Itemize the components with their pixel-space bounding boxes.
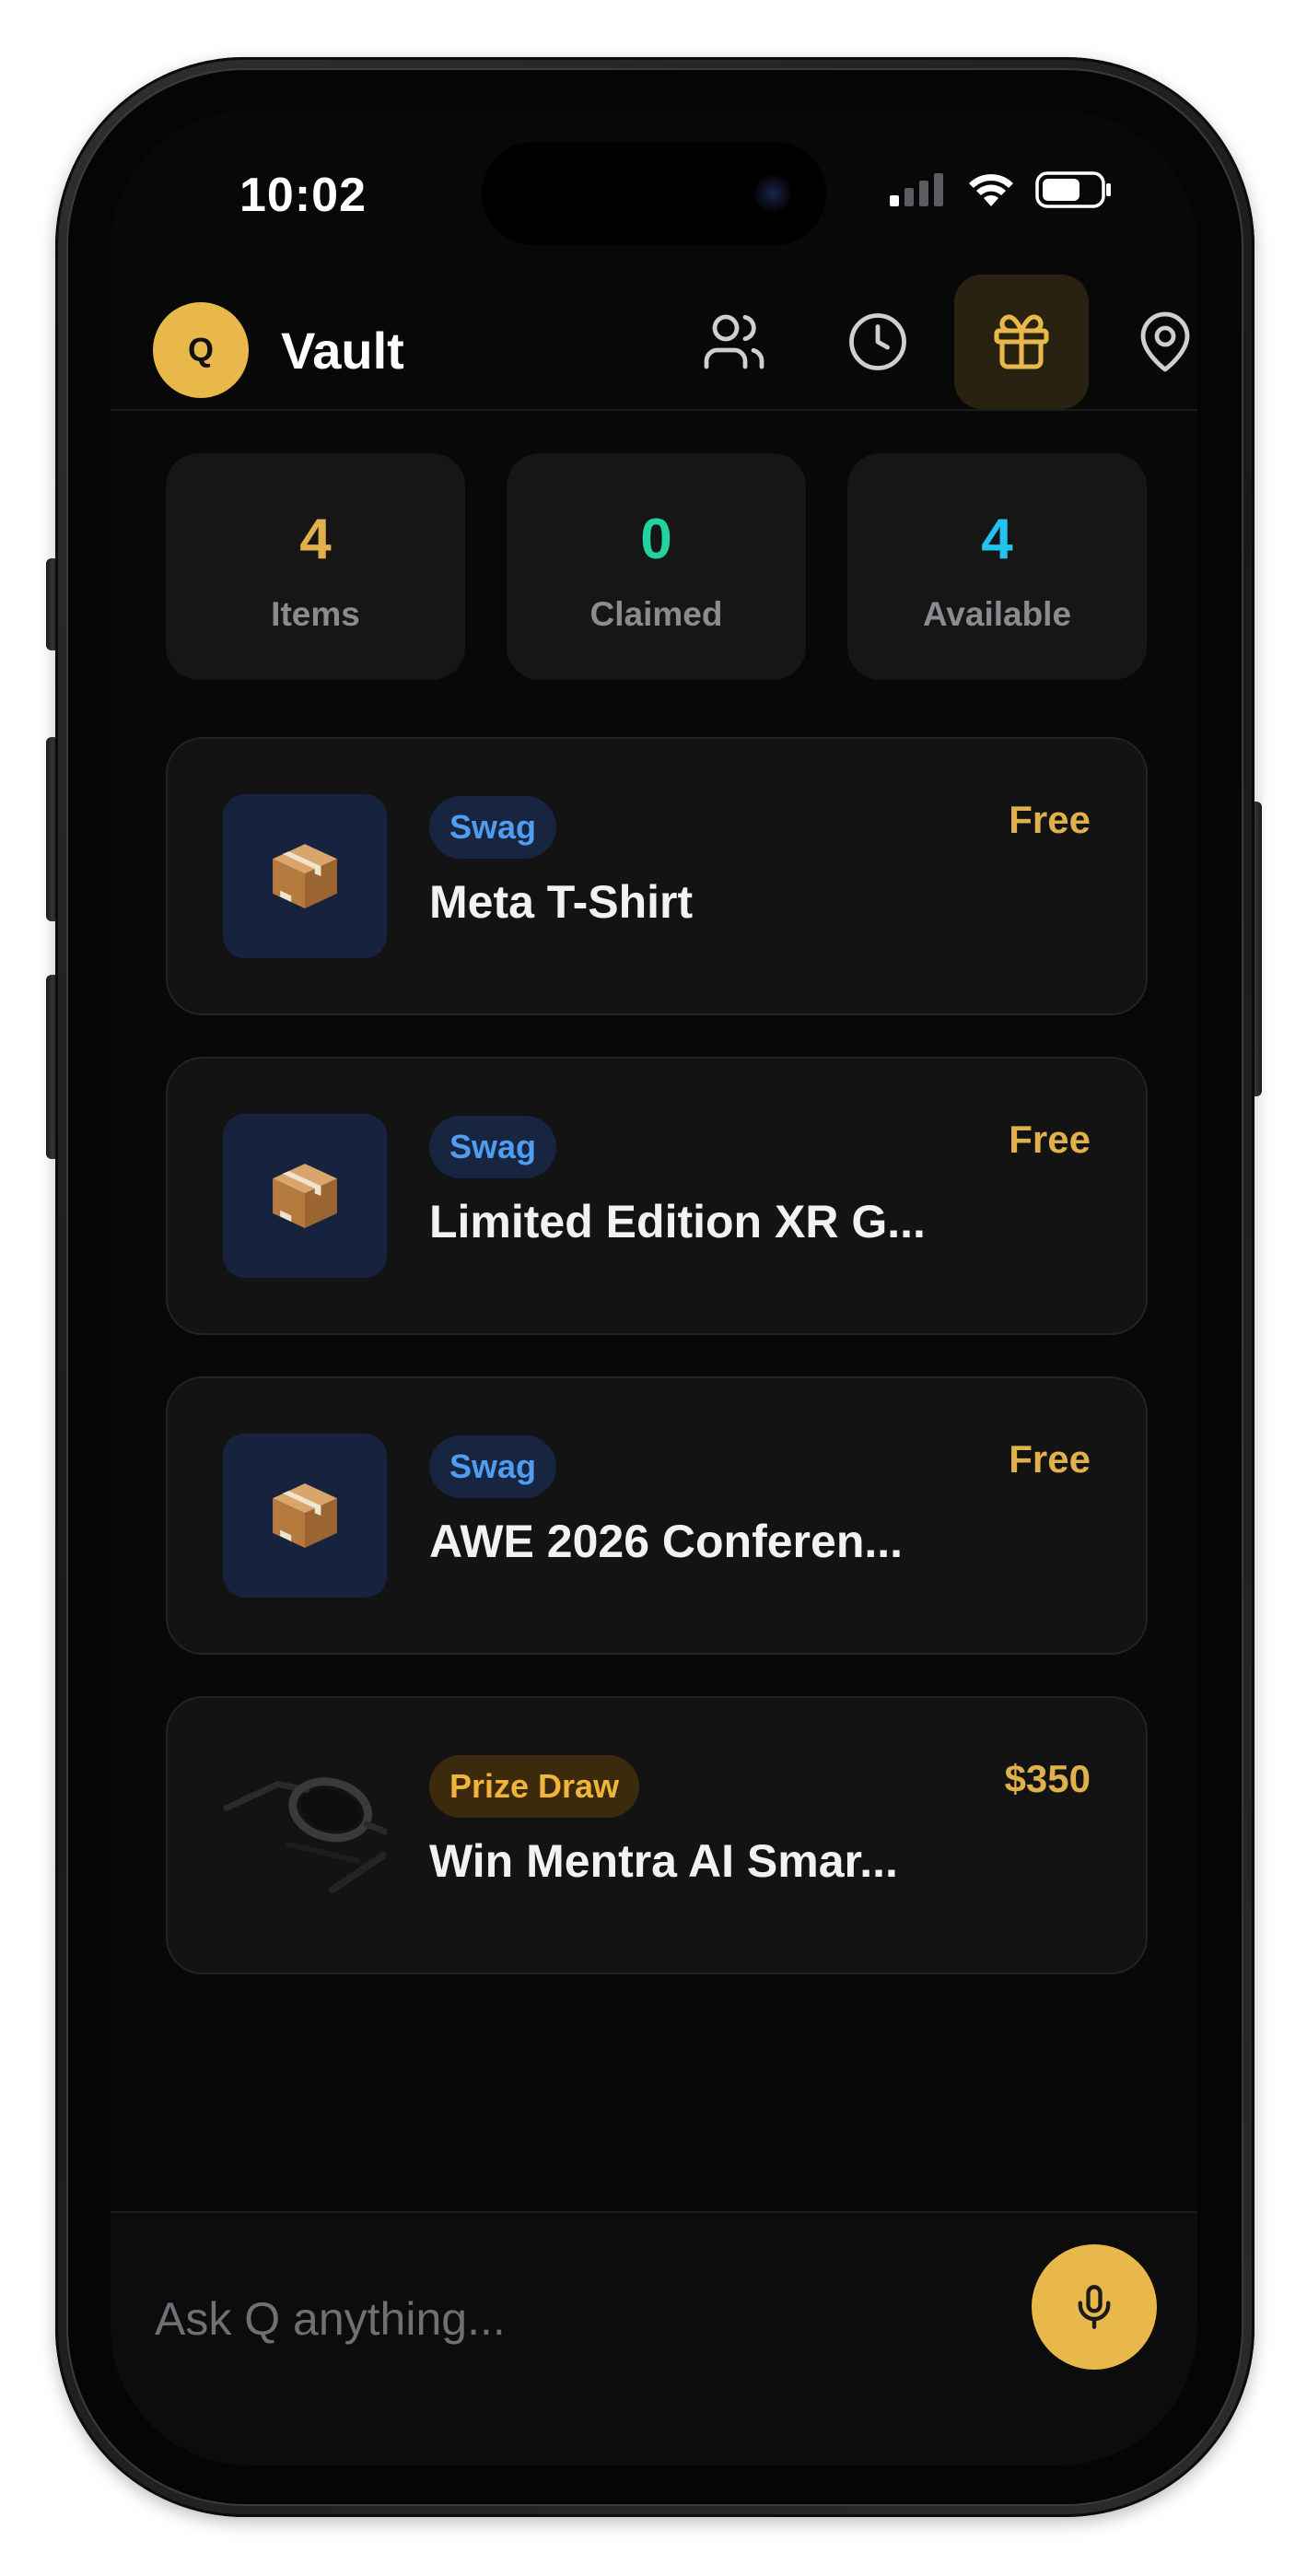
voice-input-button[interactable] <box>1032 2244 1157 2370</box>
vault-item-card[interactable]: Swag Limited Edition XR G... Free <box>166 1057 1148 1335</box>
stat-claimed-label: Claimed <box>589 595 723 633</box>
smart-glasses-image <box>223 1777 387 1894</box>
item-title: Win Mentra AI Smar... <box>429 1835 898 1887</box>
status-icons <box>890 171 1113 208</box>
vault-item-card[interactable]: Swag Meta T-Shirt Free <box>166 737 1148 1015</box>
item-title: AWE 2026 Conferen... <box>429 1516 904 1567</box>
ask-input[interactable] <box>153 2268 1037 2370</box>
item-tag: Swag <box>429 1116 557 1178</box>
item-thumbnail <box>223 794 387 958</box>
package-icon <box>273 844 337 908</box>
item-title: Limited Edition XR G... <box>429 1196 926 1247</box>
package-icon <box>273 1483 337 1548</box>
item-tag: Swag <box>429 1435 557 1498</box>
avatar[interactable]: Q <box>153 302 249 398</box>
nav-vault-button[interactable] <box>954 275 1089 409</box>
nav-people-button[interactable] <box>667 275 801 409</box>
people-icon <box>704 314 764 369</box>
location-pin-icon <box>1140 311 1190 372</box>
item-tag: Swag <box>429 796 557 859</box>
item-price: $350 <box>1004 1757 1091 1800</box>
ask-bar <box>111 2211 1197 2465</box>
microphone-icon <box>1078 2285 1111 2329</box>
stat-items-value: 4 <box>299 508 332 571</box>
nav-location-button[interactable] <box>1098 275 1197 409</box>
battery-icon <box>1035 171 1111 208</box>
item-price: Free <box>1009 1437 1091 1481</box>
dynamic-island <box>482 142 826 245</box>
item-thumbnail <box>223 1434 387 1598</box>
status-time: 10:02 <box>239 169 367 222</box>
vault-item-card[interactable]: Prize Draw Win Mentra AI Smar... $350 <box>166 1696 1148 1974</box>
item-thumbnail <box>223 1114 387 1278</box>
stat-items: 4 Items <box>166 453 465 680</box>
package-icon <box>273 1164 337 1228</box>
item-price: Free <box>1009 798 1091 841</box>
app-header: Q Vault <box>111 275 1197 411</box>
stat-available-value: 4 <box>981 508 1013 571</box>
stat-available-label: Available <box>922 595 1072 633</box>
gift-icon <box>994 314 1049 369</box>
item-tag: Prize Draw <box>429 1755 640 1818</box>
cellular-signal-icon <box>890 173 943 206</box>
stat-items-label: Items <box>271 595 360 633</box>
stat-claimed: 0 Claimed <box>507 453 806 680</box>
front-camera-icon <box>754 175 791 212</box>
app-screen: 10:02 Q Vault 4 Items 0 Claimed 4 Availa… <box>111 111 1197 2465</box>
item-title: Meta T-Shirt <box>429 876 694 928</box>
item-thumbnail <box>223 1753 387 1917</box>
vault-item-card[interactable]: Swag AWE 2026 Conferen... Free <box>166 1376 1148 1655</box>
item-price: Free <box>1009 1118 1091 1161</box>
page-title: Vault <box>281 322 404 380</box>
stat-available: 4 Available <box>847 453 1147 680</box>
wifi-icon <box>969 174 1013 206</box>
stat-claimed-value: 0 <box>640 508 672 571</box>
clock-icon <box>849 313 906 370</box>
nav-history-button[interactable] <box>811 275 945 409</box>
